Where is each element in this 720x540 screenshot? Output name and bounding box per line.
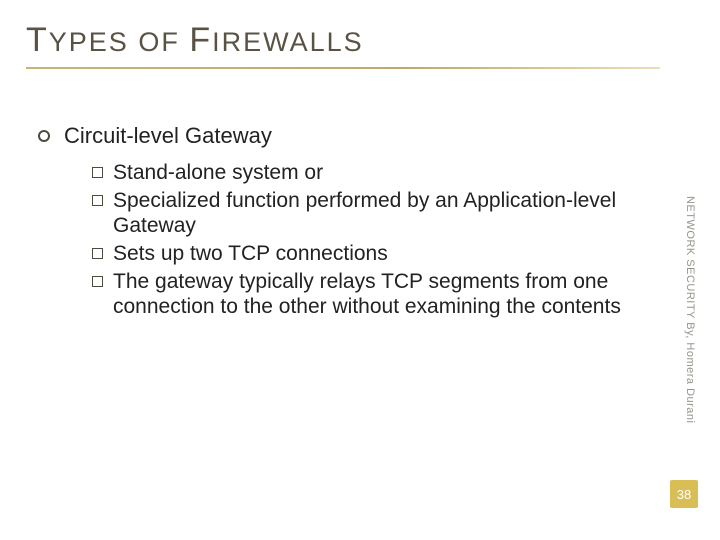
- subitem-text: The gateway typically relays TCP segment…: [113, 269, 646, 320]
- square-bullet-icon: [92, 248, 103, 259]
- list-item: The gateway typically relays TCP segment…: [92, 269, 646, 320]
- main-bullet-text: Circuit-level Gateway: [64, 123, 272, 150]
- title-word1-cap: T: [26, 21, 49, 59]
- subitem-text: Specialized function performed by an App…: [113, 188, 646, 239]
- vertical-side-label: NETWORK SECURITY By, Homera Durani: [684, 196, 696, 423]
- page-number-badge: 38: [670, 480, 698, 508]
- subitem-text: Sets up two TCP connections: [113, 241, 388, 267]
- square-bullet-icon: [92, 276, 103, 287]
- list-item: Specialized function performed by an App…: [92, 188, 646, 239]
- list-item: Sets up two TCP connections: [92, 241, 646, 267]
- content-area: Circuit-level Gateway Stand-alone system…: [26, 123, 686, 319]
- subitem-text: Stand-alone system or: [113, 160, 323, 186]
- list-item: Stand-alone system or: [92, 160, 646, 186]
- main-bullet-row: Circuit-level Gateway: [38, 123, 646, 150]
- subitems-list: Stand-alone system or Specialized functi…: [92, 160, 646, 320]
- title-underline: [26, 67, 660, 69]
- slide-title: TYPES OF FIREWALLS: [26, 22, 686, 59]
- circle-bullet-icon: [38, 130, 50, 142]
- title-word2: OF: [138, 27, 180, 57]
- slide: TYPES OF FIREWALLS Circuit-level Gateway…: [0, 0, 720, 540]
- page-number-text: 38: [677, 487, 691, 502]
- square-bullet-icon: [92, 195, 103, 206]
- square-bullet-icon: [92, 167, 103, 178]
- title-word3-cap: F: [189, 21, 212, 59]
- title-word3-rest: IREWALLS: [212, 27, 364, 57]
- title-word1-rest: YPES: [49, 27, 129, 57]
